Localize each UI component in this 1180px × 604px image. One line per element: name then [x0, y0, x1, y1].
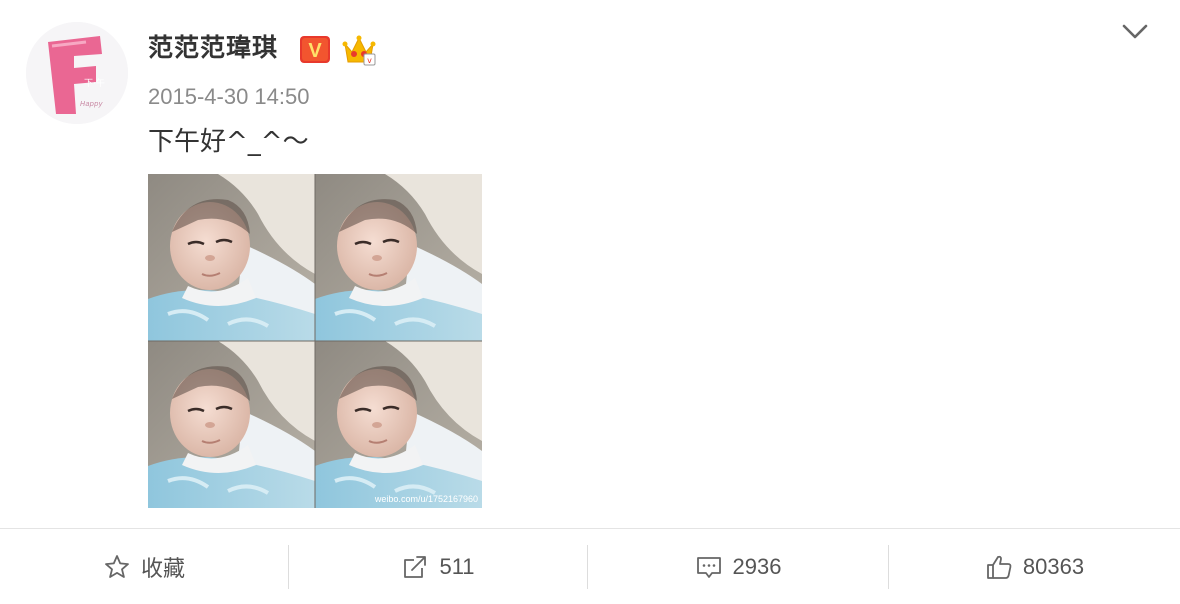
baby-photo-grid: weibo.com/u/1752167960	[146, 172, 484, 510]
comment-button[interactable]: 2936	[588, 529, 888, 604]
verified-v-icon[interactable]: V	[300, 36, 330, 63]
image-watermark: weibo.com/u/1752167960	[374, 494, 478, 504]
chevron-down-icon[interactable]	[1120, 20, 1150, 44]
post-timestamp[interactable]: 2015-4-30 14:50	[148, 82, 309, 112]
like-count: 80363	[1022, 553, 1085, 579]
weibo-post-card: 下·午 Happy 范范范瑋琪 V v 2015-4-30 14:50 下午好^…	[0, 0, 1180, 604]
svg-text:下·午: 下·午	[84, 77, 105, 89]
comment-icon	[695, 553, 723, 581]
repost-count: 511	[439, 553, 475, 579]
like-button[interactable]: 80363	[889, 529, 1180, 604]
avatar[interactable]: 下·午 Happy	[26, 22, 128, 124]
svg-text:v: v	[367, 56, 372, 65]
svg-text:Happy: Happy	[80, 100, 103, 108]
repost-button[interactable]: 511	[289, 529, 587, 604]
thumbs-up-icon	[985, 553, 1013, 581]
comment-count: 2936	[732, 553, 782, 579]
post-image[interactable]: weibo.com/u/1752167960	[146, 172, 484, 510]
star-icon	[103, 553, 131, 581]
avatar-pink-f-logo: 下·午 Happy	[26, 22, 128, 124]
author-name[interactable]: 范范范瑋琪	[148, 30, 278, 66]
action-bar: 收藏 511 2936 80363	[0, 529, 1180, 604]
verified-badge-text: V	[308, 40, 322, 62]
share-icon	[401, 553, 429, 581]
favorite-button[interactable]: 收藏	[0, 529, 288, 604]
post-text: 下午好^_^～	[148, 127, 309, 157]
favorite-label: 收藏	[140, 556, 185, 582]
crown-member-icon[interactable]: v	[342, 34, 376, 66]
